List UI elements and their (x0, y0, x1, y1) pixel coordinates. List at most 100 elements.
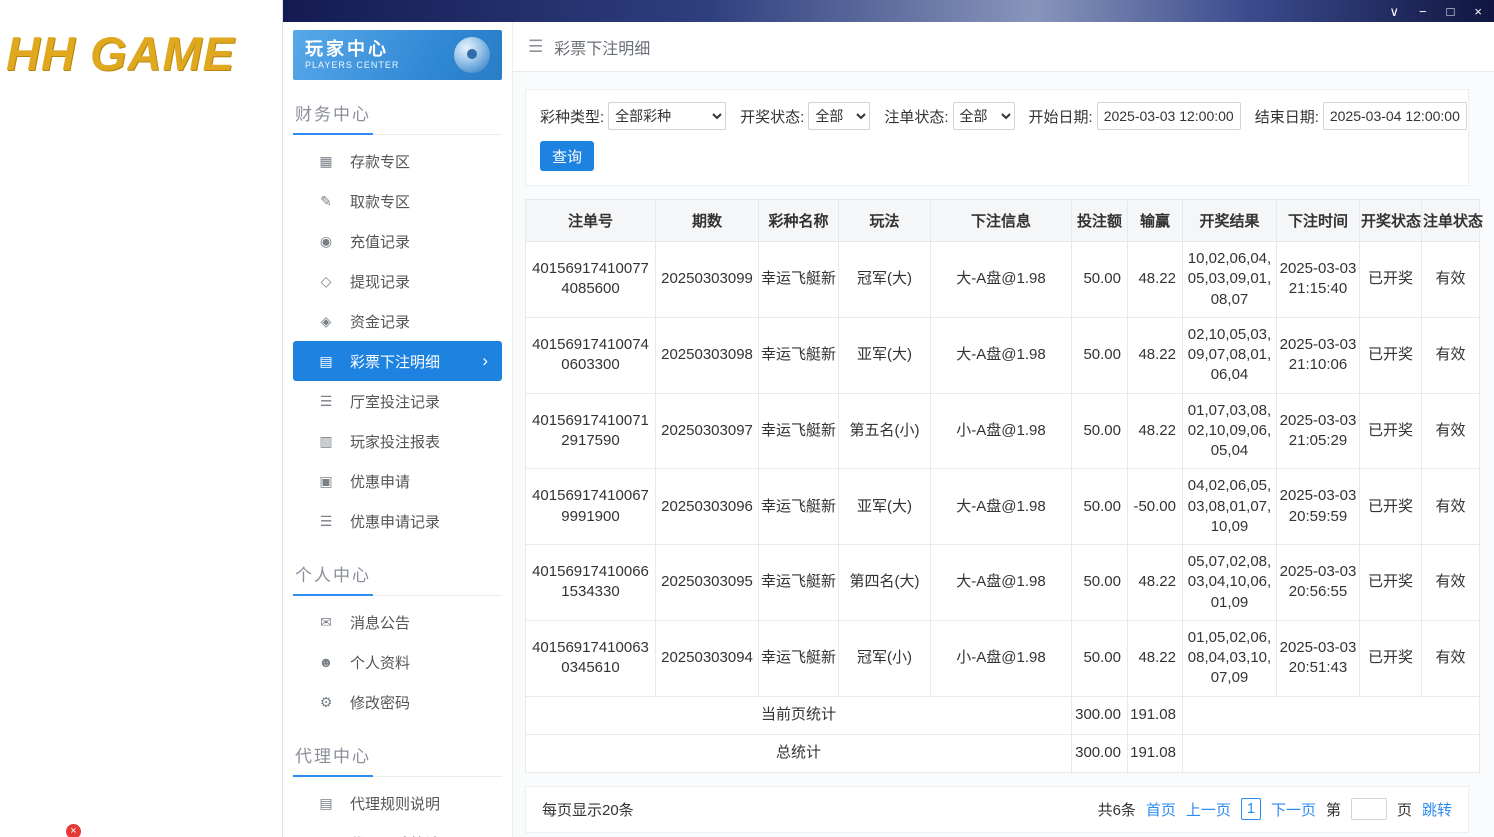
order-status-select[interactable]: 全部 (952, 102, 1015, 130)
sidebar-item-label: 充值记录 (350, 233, 411, 251)
prev-page-link[interactable]: 上一页 (1186, 799, 1231, 820)
withdraw-icon: ✎ (320, 192, 332, 209)
cell-period: 20250303098 (655, 316, 759, 394)
sidebar-item-promo-apply-records[interactable]: ☰ 优惠申请记录 (293, 501, 502, 541)
cell-result: 04,02,06,05,03,08,01,07,10,09 (1182, 468, 1277, 545)
cell-amount: 50.00 (1071, 316, 1128, 394)
next-page-link[interactable]: 下一页 (1271, 799, 1316, 820)
cell-order-status: 有效 (1421, 619, 1480, 697)
table-row: 401569174100630345610 20250303094 幸运飞艇新 … (525, 619, 1480, 697)
cell-period: 20250303097 (655, 392, 759, 470)
jump-link[interactable]: 跳转 (1422, 799, 1452, 820)
personal-menu: ✉ 消息公告 ☻ 个人资料 ⚙ 修改密码 (293, 596, 502, 722)
sidebar-item-deposit-zone[interactable]: ▦ 存款专区 (293, 141, 502, 181)
close-button[interactable]: × (1474, 5, 1482, 18)
cell-bet-info: 大-A盘@1.98 (930, 316, 1072, 394)
cell-time: 2025-03-03 21:05:29 (1276, 392, 1360, 470)
cell-order-status: 有效 (1421, 392, 1480, 470)
cell-draw-status: 已开奖 (1359, 392, 1422, 470)
sidebar-item-agent-team-stats[interactable]: ▥ 代理团队统计 (293, 823, 502, 837)
cell-draw-status: 已开奖 (1359, 241, 1422, 318)
cell-lottery: 幸运飞艇新 (758, 392, 839, 470)
sidebar-item-funds-records[interactable]: ◈ 资金记录 (293, 301, 502, 341)
gear-icon: ⚙ (319, 693, 333, 710)
first-page-link[interactable]: 首页 (1146, 799, 1176, 820)
col-period: 期数 (655, 199, 759, 242)
cell-amount: 50.00 (1071, 619, 1128, 697)
lottery-bet-details-icon: ▤ (319, 352, 333, 369)
col-bet-info: 下注信息 (930, 199, 1072, 242)
sidebar-item-profile[interactable]: ☻ 个人资料 (293, 642, 502, 682)
cell-draw-status: 已开奖 (1359, 316, 1422, 394)
error-close-icon[interactable]: × (66, 824, 81, 837)
players-center-banner: 玩家中心 PLAYERS CENTER (293, 30, 502, 80)
chevron-down-icon[interactable]: ∨ (1389, 5, 1399, 18)
col-bet-amount: 投注额 (1071, 199, 1128, 242)
hh-game-logo: HH GAME (6, 27, 235, 80)
cell-bet-info: 大-A盘@1.98 (930, 241, 1072, 318)
cell-winloss: 48.22 (1127, 544, 1183, 621)
cell-order-no: 401569174100630345610 (525, 619, 656, 697)
cell-order-status: 有效 (1421, 241, 1480, 318)
col-lottery-name: 彩种名称 (758, 199, 839, 242)
cell-result: 01,07,03,08,02,10,09,06,05,04 (1182, 392, 1277, 470)
soccer-ball-icon (454, 37, 490, 73)
sidebar-item-messages[interactable]: ✉ 消息公告 (293, 602, 502, 642)
maximize-button[interactable]: □ (1447, 5, 1455, 18)
sidebar-item-hall-bet-records[interactable]: ☰ 厅室投注记录 (293, 381, 502, 421)
summary-empty (1182, 695, 1480, 735)
cell-play: 亚军(大) (838, 468, 931, 545)
filter-panel: 彩种类型: 全部彩种 开奖状态: 全部 注单状态: 全部 开始日期: 2025-… (525, 89, 1469, 186)
cell-order-no: 401569174100712917590 (525, 392, 656, 470)
cell-lottery: 幸运飞艇新 (758, 544, 839, 621)
cell-bet-info: 大-A盘@1.98 (930, 468, 1072, 545)
cell-play: 第四名(大) (838, 544, 931, 621)
query-button[interactable]: 查询 (540, 141, 594, 171)
deposit-icon: ▦ (319, 152, 333, 169)
minimize-button[interactable]: − (1419, 5, 1427, 18)
document-icon: ▤ (319, 794, 333, 811)
summary-row-grand-total: 总统计 300.00 191.08 (525, 733, 1480, 773)
sidebar-item-withdraw-zone[interactable]: ✎ 取款专区 (293, 181, 502, 221)
sidebar-item-change-password[interactable]: ⚙ 修改密码 (293, 682, 502, 722)
draw-status-select[interactable]: 全部 (808, 102, 871, 130)
start-date-input[interactable] (1096, 102, 1241, 130)
agent-menu: ▤ 代理规则说明 ▥ 代理团队统计 (293, 777, 502, 837)
sidebar-item-agent-rules[interactable]: ▤ 代理规则说明 (293, 783, 502, 823)
lottery-type-select[interactable]: 全部彩种 (608, 102, 727, 130)
summary-row-current-page: 当前页统计 300.00 191.08 (525, 695, 1480, 735)
player-report-icon: ▥ (319, 432, 333, 449)
col-order-no: 注单号 (525, 199, 656, 242)
col-draw-result: 开奖结果 (1182, 199, 1277, 242)
cell-result: 02,10,05,03,09,07,08,01,06,04 (1182, 316, 1277, 394)
cell-time: 2025-03-03 20:59:59 (1276, 468, 1360, 545)
sidebar-item-lottery-bet-details[interactable]: ▤ 彩票下注明细 › (293, 341, 502, 381)
sidebar-item-recharge-records[interactable]: ◉ 充值记录 (293, 221, 502, 261)
window-titlebar: ∨ − □ × (283, 0, 1494, 22)
main-content: ☰ 彩票下注明细 彩种类型: 全部彩种 开奖状态: 全部 注单状态: 全部 开始… (513, 22, 1494, 837)
cell-draw-status: 已开奖 (1359, 544, 1422, 621)
cell-draw-status: 已开奖 (1359, 619, 1422, 697)
section-personal-center: 个人中心 (293, 557, 502, 596)
summary-label: 总统计 (525, 733, 1072, 773)
end-date-label: 结束日期: (1254, 108, 1319, 126)
cell-bet-info: 小-A盘@1.98 (930, 619, 1072, 697)
bell-icon: ✉ (320, 613, 332, 630)
order-status-label: 注单状态: (884, 108, 949, 126)
current-page-indicator[interactable]: 1 (1240, 798, 1261, 820)
sidebar-item-promo-apply[interactable]: ▣ 优惠申请 (293, 461, 502, 501)
cell-order-no: 401569174100740603300 (525, 316, 656, 394)
sidebar-item-player-bet-report[interactable]: ▥ 玩家投注报表 (293, 421, 502, 461)
person-icon: ☻ (318, 654, 334, 670)
page-jump-input[interactable] (1350, 798, 1387, 820)
end-date-input[interactable] (1322, 102, 1467, 130)
sidebar-item-label: 优惠申请记录 (350, 513, 441, 531)
cell-time: 2025-03-03 21:15:40 (1276, 241, 1360, 318)
hamburger-menu-icon[interactable]: ☰ (528, 37, 543, 57)
app-window: ∨ − □ × 玩家中心 PLAYERS CENTER 财务中心 ▦ 存款专区 (283, 0, 1494, 837)
cell-result: 05,07,02,08,03,04,10,06,01,09 (1182, 544, 1277, 621)
bets-table: 注单号 期数 彩种名称 玩法 下注信息 投注额 输赢 开奖结果 下注时间 开奖状… (525, 199, 1483, 773)
sidebar-item-withdrawal-records[interactable]: ◇ 提现记录 (293, 261, 502, 301)
sidebar-item-label: 彩票下注明细 (350, 353, 441, 371)
summary-winloss-total: 191.08 (1127, 733, 1183, 773)
